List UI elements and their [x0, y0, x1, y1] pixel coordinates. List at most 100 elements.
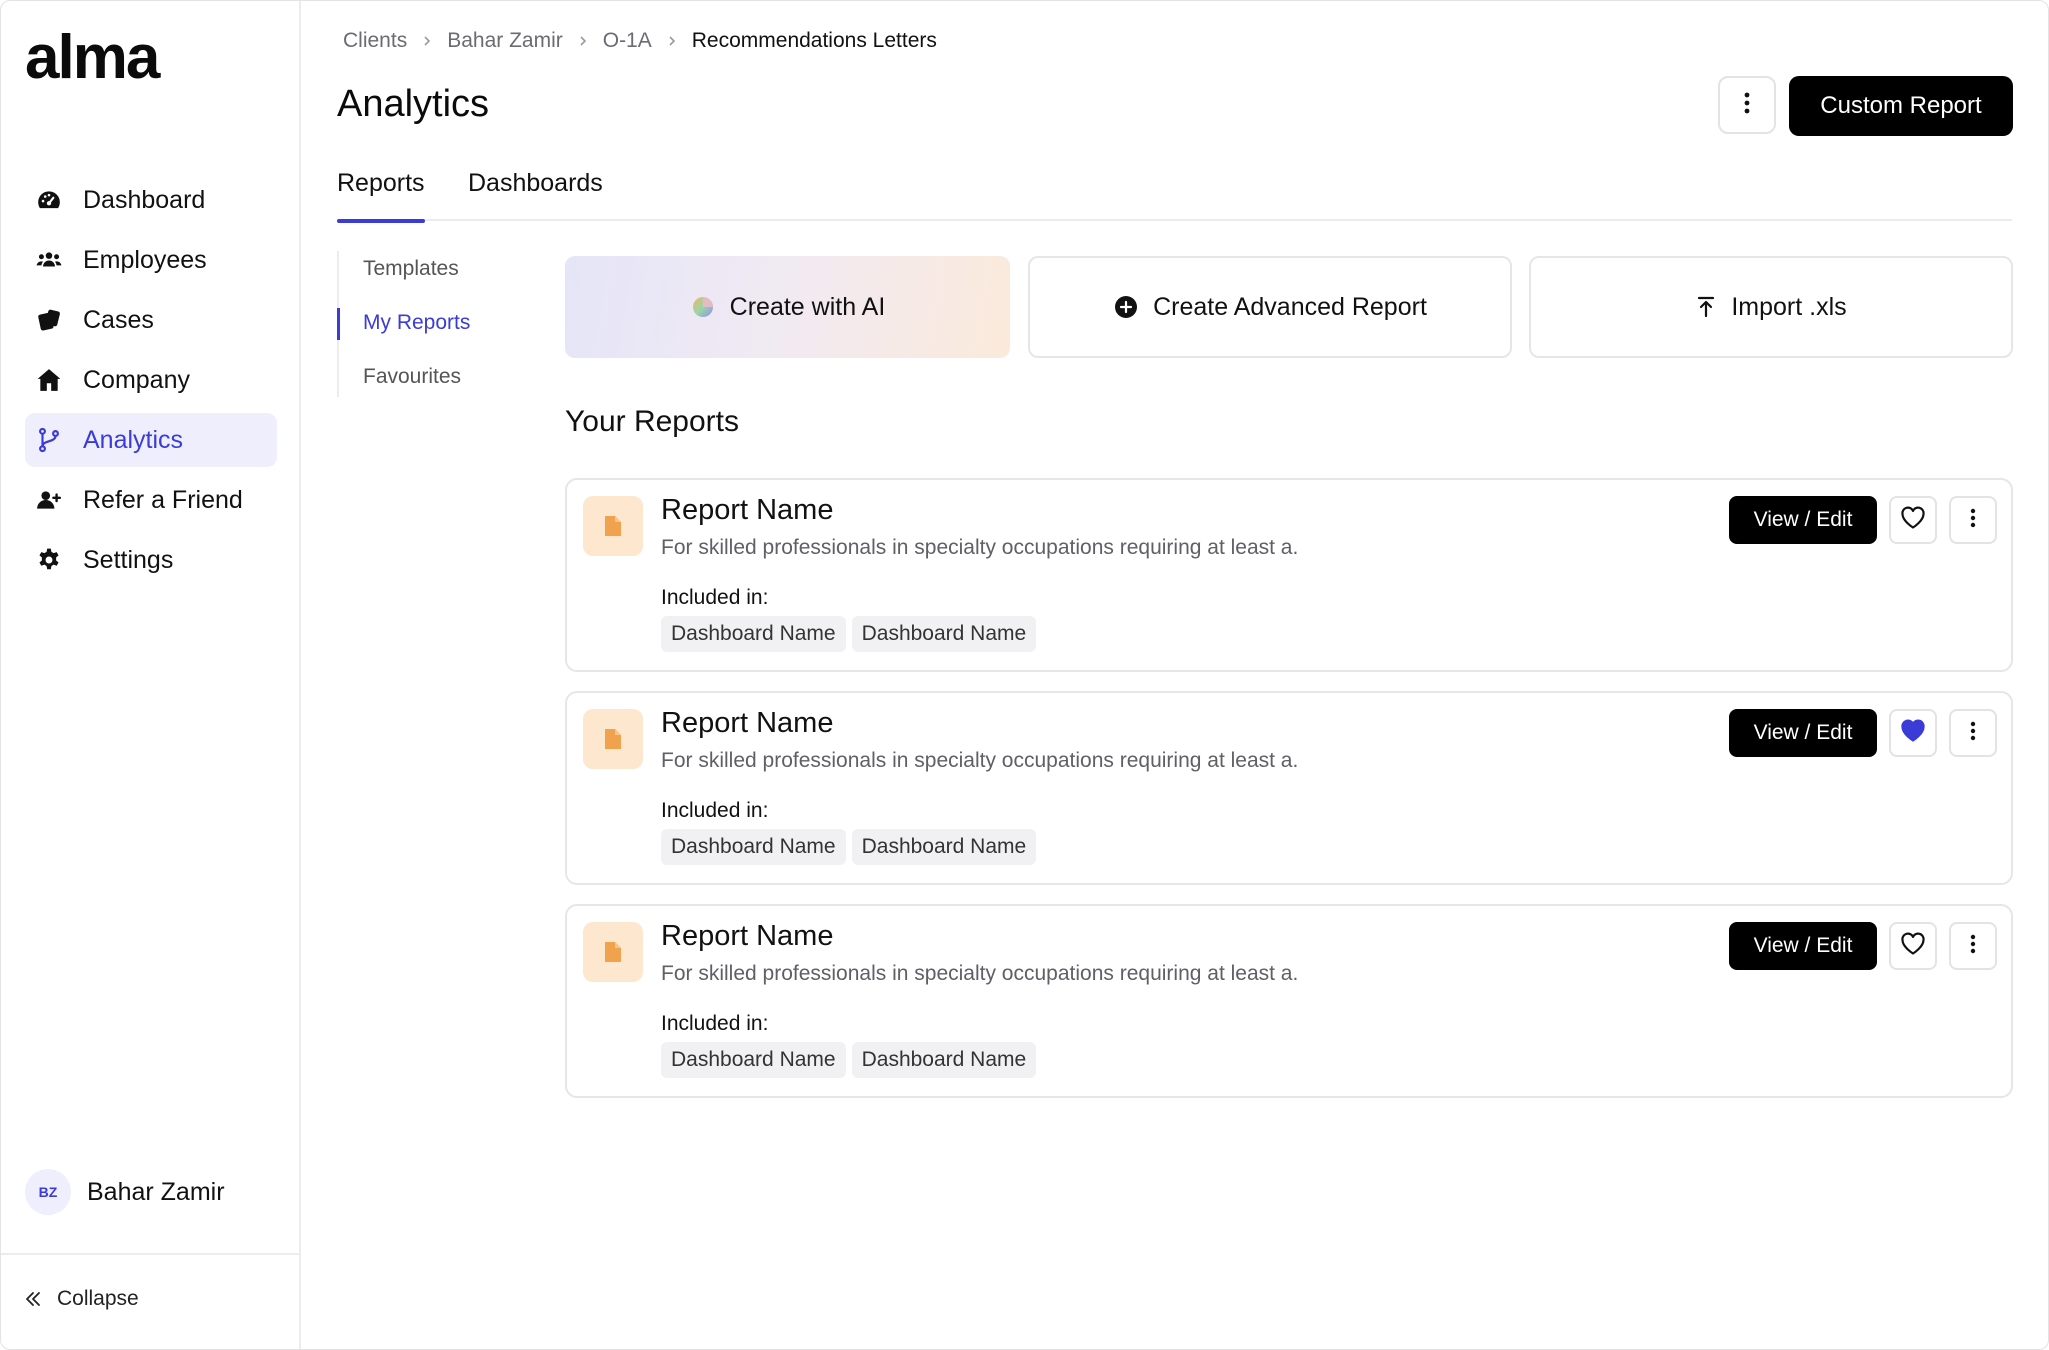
dashboard-chip[interactable]: Dashboard Name — [661, 829, 846, 865]
document-icon — [583, 709, 643, 769]
dashboard-chip[interactable]: Dashboard Name — [851, 1042, 1037, 1078]
heart-filled-icon — [1900, 719, 1926, 748]
avatar: BZ — [25, 1169, 71, 1215]
report-card: Report Name For skilled professionals in… — [565, 478, 2013, 672]
report-name[interactable]: Report Name — [661, 920, 833, 953]
heart-outline-icon — [1900, 506, 1926, 535]
subnav-item-favourites[interactable]: Favourites — [363, 365, 461, 389]
view-edit-button[interactable]: View / Edit — [1729, 496, 1877, 544]
home-icon — [35, 366, 63, 394]
subnav-active-indicator — [337, 308, 340, 340]
custom-report-button[interactable]: Custom Report — [1789, 76, 2013, 136]
double-chevron-left-icon — [23, 1289, 43, 1309]
report-more-options-button[interactable] — [1949, 709, 1997, 757]
create-with-ai-label: Create with AI — [729, 292, 886, 321]
dashboard-gauge-icon — [35, 186, 63, 214]
vertical-dots-icon — [1970, 720, 1976, 747]
sidebar-item-label: Settings — [83, 545, 174, 574]
import-xls-button[interactable]: Import .xls — [1529, 256, 2013, 358]
page-more-options-button[interactable] — [1718, 76, 1776, 134]
create-with-ai-button[interactable]: Create with AI — [565, 256, 1010, 358]
dashboard-chips: Dashboard Name Dashboard Name — [661, 829, 1042, 865]
sidebar-item-cases[interactable]: Cases — [25, 293, 277, 347]
favourite-button[interactable] — [1889, 922, 1937, 970]
included-in-label: Included in: — [661, 799, 769, 822]
vertical-dots-icon — [1744, 91, 1750, 120]
report-name[interactable]: Report Name — [661, 707, 833, 740]
user-profile[interactable]: BZ Bahar Zamir — [25, 1169, 225, 1215]
dashboard-chip[interactable]: Dashboard Name — [851, 616, 1037, 652]
cases-icon — [35, 306, 63, 334]
alma-logo[interactable]: alma — [25, 27, 160, 89]
document-icon — [583, 496, 643, 556]
collapse-label: Collapse — [57, 1287, 139, 1310]
subnav-item-templates[interactable]: Templates — [363, 257, 459, 281]
dashboard-chip[interactable]: Dashboard Name — [851, 829, 1037, 865]
tab-dashboards[interactable]: Dashboards — [468, 169, 603, 221]
document-icon — [583, 922, 643, 982]
report-description: For skilled professionals in specialty o… — [661, 536, 1299, 559]
dashboard-chips: Dashboard Name Dashboard Name — [661, 616, 1042, 652]
breadcrumb-item-case[interactable]: O-1A — [603, 29, 652, 53]
users-icon — [35, 246, 63, 274]
sidebar-item-analytics[interactable]: Analytics — [25, 413, 277, 467]
heart-outline-icon — [1900, 932, 1926, 961]
subnav-item-my-reports[interactable]: My Reports — [363, 311, 470, 335]
sidebar-item-label: Dashboard — [83, 185, 206, 214]
user-plus-icon — [35, 486, 63, 514]
import-xls-label: Import .xls — [1731, 292, 1847, 321]
your-reports-heading: Your Reports — [565, 405, 739, 438]
favourite-button[interactable] — [1889, 496, 1937, 544]
user-name: Bahar Zamir — [87, 1177, 225, 1206]
report-more-options-button[interactable] — [1949, 496, 1997, 544]
sidebar-item-dashboard[interactable]: Dashboard — [25, 173, 277, 227]
tab-bar: Reports Dashboards — [337, 169, 2012, 223]
sidebar-item-label: Refer a Friend — [83, 485, 243, 514]
sidebar-item-label: Employees — [83, 245, 207, 274]
favourite-button[interactable] — [1889, 709, 1937, 757]
gear-icon — [35, 546, 63, 574]
breadcrumb-item-client[interactable]: Bahar Zamir — [447, 29, 563, 53]
sidebar-divider — [1, 1253, 301, 1255]
breadcrumb: Clients Bahar Zamir O-1A Recommendations… — [343, 29, 937, 53]
main-content: Clients Bahar Zamir O-1A Recommendations… — [301, 1, 2048, 1349]
plus-circle-icon — [1113, 294, 1139, 320]
view-edit-button[interactable]: View / Edit — [1729, 709, 1877, 757]
ai-sparkle-icon — [690, 294, 716, 320]
reports-subnav: Templates My Reports Favourites — [337, 251, 487, 397]
branch-icon — [35, 426, 63, 454]
report-name[interactable]: Report Name — [661, 494, 833, 527]
report-description: For skilled professionals in specialty o… — [661, 749, 1299, 772]
chevron-right-icon — [577, 35, 589, 47]
vertical-dots-icon — [1970, 933, 1976, 960]
included-in-label: Included in: — [661, 1012, 769, 1035]
report-more-options-button[interactable] — [1949, 922, 1997, 970]
sidebar-item-label: Analytics — [83, 425, 184, 454]
dashboard-chip[interactable]: Dashboard Name — [661, 616, 846, 652]
report-description: For skilled professionals in specialty o… — [661, 962, 1299, 985]
breadcrumb-item-current: Recommendations Letters — [691, 29, 937, 52]
view-edit-button[interactable]: View / Edit — [1729, 922, 1877, 970]
chevron-right-icon — [666, 35, 678, 47]
app-window: alma Dashboard Employees Cases Company A… — [0, 0, 2049, 1350]
vertical-dots-icon — [1970, 507, 1976, 534]
dashboard-chips: Dashboard Name Dashboard Name — [661, 1042, 1042, 1078]
breadcrumb-item-clients[interactable]: Clients — [343, 29, 407, 53]
sidebar-item-company[interactable]: Company — [25, 353, 277, 407]
sidebar-nav: Dashboard Employees Cases Company Analyt… — [25, 173, 277, 593]
create-advanced-report-button[interactable]: Create Advanced Report — [1028, 256, 1512, 358]
page-title: Analytics — [337, 83, 490, 125]
create-advanced-report-label: Create Advanced Report — [1153, 292, 1427, 321]
collapse-button[interactable]: Collapse — [23, 1287, 139, 1311]
sidebar-item-refer-a-friend[interactable]: Refer a Friend — [25, 473, 277, 527]
sidebar-item-settings[interactable]: Settings — [25, 533, 277, 587]
report-card: Report Name For skilled professionals in… — [565, 691, 2013, 885]
report-card: Report Name For skilled professionals in… — [565, 904, 2013, 1098]
sidebar-item-label: Company — [83, 365, 190, 394]
sidebar-item-employees[interactable]: Employees — [25, 233, 277, 287]
dashboard-chip[interactable]: Dashboard Name — [661, 1042, 846, 1078]
tab-reports[interactable]: Reports — [337, 169, 425, 223]
sidebar-item-label: Cases — [83, 305, 154, 334]
upload-arrow-icon — [1695, 295, 1717, 319]
included-in-label: Included in: — [661, 586, 769, 609]
